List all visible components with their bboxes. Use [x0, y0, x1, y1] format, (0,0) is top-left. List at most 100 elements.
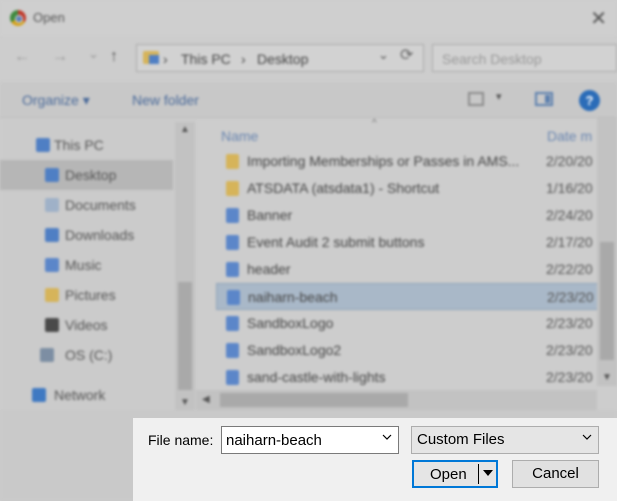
new-folder-button[interactable]: New folder: [132, 92, 199, 108]
sidebar-item-label: Videos: [65, 317, 108, 333]
sidebar-item-label: Desktop: [65, 167, 117, 183]
crumb-desktop[interactable]: Desktop: [257, 51, 308, 67]
scroll-down-icon[interactable]: ▼: [180, 397, 190, 408]
sidebar-item-music[interactable]: Music: [0, 250, 173, 280]
image-file-icon: [227, 290, 240, 305]
file-list-row[interactable]: Importing Memberships or Passes in AMS..…: [216, 148, 598, 175]
sidebar-item-downloads[interactable]: Downloads: [0, 220, 173, 250]
view-dropdown-icon[interactable]: ▾: [496, 90, 502, 103]
horizontal-scroll-thumb[interactable]: [220, 393, 408, 407]
file-list-row[interactable]: SandboxLogo2 2/23/20: [216, 337, 598, 364]
sidebar-item-label: Pictures: [65, 287, 116, 303]
nav-scrollbar[interactable]: ▲ ▼: [175, 122, 195, 410]
folder-icon: [226, 154, 239, 169]
sidebar-item-label: OS (C:): [65, 347, 113, 363]
image-file-icon: [226, 208, 239, 223]
network-icon: [32, 388, 46, 402]
videos-icon: [45, 318, 59, 332]
help-icon[interactable]: ?: [579, 90, 600, 111]
file-name: SandboxLogo: [247, 315, 334, 331]
vertical-scroll-thumb[interactable]: [600, 242, 614, 360]
image-file-icon: [226, 370, 239, 385]
open-dropdown-icon[interactable]: [483, 470, 493, 476]
file-list-vertical-scrollbar[interactable]: ▼: [597, 118, 617, 386]
file-name: naiharn-beach: [248, 289, 338, 305]
window-title: Open: [33, 10, 65, 25]
drive-icon: [40, 348, 54, 362]
image-file-icon: [226, 316, 239, 331]
file-list-row[interactable]: Event Audit 2 submit buttons 2/17/20: [216, 229, 598, 256]
cancel-button[interactable]: Cancel: [512, 460, 599, 488]
sidebar-item-label: Downloads: [65, 227, 135, 243]
crumb-separator: ›: [241, 51, 246, 67]
file-date-modified: 2/24/20: [546, 207, 593, 223]
sidebar-item-desktop[interactable]: Desktop: [0, 160, 173, 190]
file-name-label: File name:: [148, 432, 214, 448]
back-arrow-icon[interactable]: ←: [14, 48, 30, 66]
chevron-down-icon[interactable]: ⌄: [378, 47, 389, 63]
file-date-modified: 2/23/20: [546, 369, 593, 385]
file-date-modified: 2/22/20: [546, 261, 593, 277]
computer-icon: [36, 138, 50, 152]
file-name: header: [247, 261, 291, 277]
nav-scroll-thumb[interactable]: [178, 282, 192, 390]
column-header-name[interactable]: Name: [221, 128, 258, 144]
view-options-icon[interactable]: [468, 92, 484, 106]
preview-pane-icon[interactable]: [535, 92, 553, 106]
file-list-row[interactable]: ATSDATA (atsdata1) - Shortcut 1/16/20: [216, 175, 598, 202]
sidebar-item-label: Music: [65, 257, 102, 273]
sort-ascending-icon: ^: [372, 118, 377, 129]
image-file-icon: [226, 343, 239, 358]
chrome-app-icon: [10, 10, 26, 26]
crumb-this-pc[interactable]: This PC: [181, 51, 231, 67]
forward-arrow-icon[interactable]: →: [52, 48, 68, 66]
downloads-icon: [45, 228, 59, 242]
crumb-separator: ›: [163, 51, 168, 67]
file-type-select[interactable]: Custom Files: [411, 426, 599, 454]
file-date-modified: 2/20/20: [546, 153, 593, 169]
organize-button[interactable]: Organize ▾: [22, 92, 90, 109]
sidebar-item-documents[interactable]: Documents: [0, 190, 173, 220]
file-list-horizontal-scrollbar[interactable]: ◀: [196, 390, 597, 410]
scroll-down-icon[interactable]: ▼: [602, 372, 612, 383]
sidebar-item-videos[interactable]: Videos: [0, 310, 173, 340]
open-button[interactable]: Open: [412, 460, 498, 488]
chevron-down-icon[interactable]: [381, 431, 393, 443]
file-list: ^ Name Date m Importing Memberships or P…: [196, 118, 617, 410]
search-input[interactable]: Search Desktop: [432, 44, 617, 72]
sidebar-item-network[interactable]: Network: [0, 380, 173, 410]
sidebar-item-pictures[interactable]: Pictures: [0, 280, 173, 310]
file-date-modified: 2/23/20: [546, 342, 593, 358]
chevron-down-icon[interactable]: [581, 431, 593, 443]
file-list-row[interactable]: Banner 2/24/20: [216, 202, 598, 229]
column-header-date[interactable]: Date m: [547, 128, 592, 144]
scroll-up-icon[interactable]: ▲: [180, 124, 190, 135]
file-list-row[interactable]: header 2/22/20: [216, 256, 598, 283]
file-date-modified: 1/16/20: [546, 180, 593, 196]
file-name: Importing Memberships or Passes in AMS..…: [247, 153, 520, 169]
file-list-row[interactable]: SandboxLogo 2/23/20: [216, 310, 598, 337]
file-name: SandboxLogo2: [247, 342, 342, 358]
file-name: Event Audit 2 submit buttons: [247, 234, 425, 250]
image-file-icon: [226, 235, 239, 250]
sidebar-item-os-c[interactable]: OS (C:): [0, 340, 173, 370]
file-list-row[interactable]: naiharn-beach 2/23/20: [216, 283, 598, 310]
address-row: ← → ⌄ ↑ › This PC › Desktop ⌄ ⟳ Search D…: [0, 42, 617, 74]
scroll-left-icon[interactable]: ◀: [202, 394, 210, 405]
refresh-icon[interactable]: ⟳: [400, 45, 413, 65]
desktop-folder-icon: [45, 168, 59, 182]
recent-locations-icon[interactable]: ⌄: [88, 46, 99, 62]
music-icon: [45, 258, 59, 272]
file-date-modified: 2/23/20: [546, 315, 593, 331]
file-name: ATSDATA (atsdata1) - Shortcut: [247, 180, 440, 196]
up-arrow-icon[interactable]: ↑: [110, 48, 118, 66]
shortcut-icon: [226, 181, 239, 196]
file-name-input[interactable]: [221, 426, 399, 454]
title-bar: Open ✕: [0, 0, 617, 36]
close-icon[interactable]: ✕: [590, 6, 607, 31]
file-list-row[interactable]: sand-castle-with-lights 2/23/20: [216, 364, 598, 391]
sidebar-item-label: Documents: [65, 197, 136, 213]
open-file-dialog: Open ✕ ← → ⌄ ↑ › This PC › Desktop ⌄ ⟳ S…: [0, 0, 617, 501]
desktop-folder-icon: [143, 51, 159, 64]
sidebar-item-this-pc[interactable]: This PC: [0, 130, 173, 160]
